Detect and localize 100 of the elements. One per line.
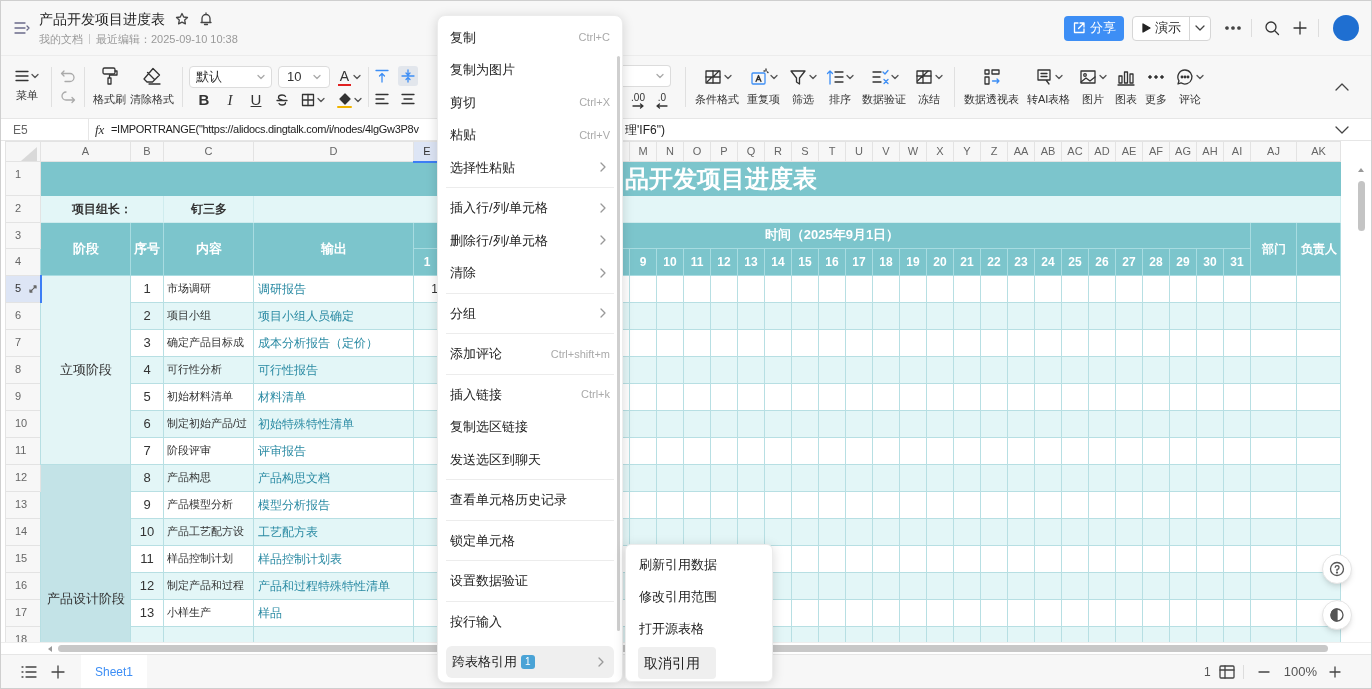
- column-header[interactable]: AA: [1007, 141, 1035, 162]
- sheet-tab[interactable]: Sheet1: [81, 654, 148, 688]
- menu-item[interactable]: 刷新引用数据: [626, 549, 772, 581]
- menu-item[interactable]: 发送选区到聊天: [438, 443, 622, 476]
- column-header[interactable]: W: [899, 141, 927, 162]
- row-header[interactable]: 4: [5, 248, 41, 275]
- row-header[interactable]: 10: [5, 410, 41, 437]
- expand-icon[interactable]: [1335, 124, 1349, 135]
- share-button[interactable]: 分享: [1064, 15, 1124, 41]
- menu-item[interactable]: 复制 Ctrl+C: [438, 21, 622, 54]
- row-header[interactable]: 13: [5, 491, 41, 518]
- column-header[interactable]: T: [818, 141, 846, 162]
- row-header[interactable]: 14: [5, 518, 41, 545]
- comment-button[interactable]: 评论: [1172, 66, 1208, 108]
- column-header[interactable]: AI: [1223, 141, 1251, 162]
- image-button[interactable]: 图片: [1075, 66, 1111, 108]
- align-top-icon[interactable]: [375, 69, 389, 83]
- font-family-dropdown[interactable]: 默认: [189, 66, 272, 88]
- pivot-table-button[interactable]: 数据透视表: [961, 66, 1022, 108]
- row-header[interactable]: 16: [5, 572, 41, 599]
- menu-item[interactable]: 锁定单元格: [438, 524, 622, 557]
- fill-color-icon[interactable]: [337, 92, 352, 108]
- row-header[interactable]: 6: [5, 302, 41, 329]
- column-header[interactable]: S: [791, 141, 819, 162]
- column-header[interactable]: M: [629, 141, 657, 162]
- bell-icon[interactable]: [199, 12, 213, 27]
- column-header[interactable]: AG: [1169, 141, 1197, 162]
- filter-button[interactable]: 筛选: [785, 66, 820, 108]
- row-header[interactable]: 12: [5, 464, 41, 491]
- menu-item[interactable]: 添加评论 Ctrl+shift+m: [438, 337, 622, 370]
- column-header[interactable]: B: [130, 141, 164, 162]
- clear-format-button[interactable]: 清除格式: [128, 66, 176, 108]
- chart-button[interactable]: 图表: [1112, 66, 1141, 108]
- menu-item[interactable]: 剪切 Ctrl+X: [438, 86, 622, 119]
- add-sheet-icon[interactable]: [51, 664, 65, 679]
- menu-item[interactable]: 修改引用范围: [626, 581, 772, 613]
- avatar[interactable]: [1333, 15, 1359, 41]
- menu-item[interactable]: 选择性粘贴: [438, 151, 622, 184]
- row-header[interactable]: 15: [5, 545, 41, 572]
- column-header[interactable]: C: [163, 141, 254, 162]
- column-header[interactable]: O: [683, 141, 711, 162]
- menu-item[interactable]: 打开源表格: [626, 613, 772, 645]
- menu-item[interactable]: 插入链接 Ctrl+k: [438, 378, 622, 411]
- align-left-icon[interactable]: [375, 93, 389, 105]
- freeze-button[interactable]: 冻结: [911, 66, 946, 108]
- data-validation-button[interactable]: 数据验证: [859, 66, 909, 108]
- font-size-dropdown[interactable]: 10: [278, 66, 330, 88]
- menu-item[interactable]: 分组: [438, 297, 622, 330]
- column-header[interactable]: AE: [1115, 141, 1143, 162]
- vertical-scrollbar[interactable]: [1358, 181, 1365, 231]
- column-header[interactable]: R: [764, 141, 792, 162]
- menu-item[interactable]: 复制选区链接: [438, 410, 622, 443]
- menu-item[interactable]: 按行输入: [438, 605, 622, 638]
- menu-scrollbar[interactable]: [617, 56, 620, 631]
- column-header[interactable]: Z: [980, 141, 1008, 162]
- bold-button[interactable]: B: [197, 92, 211, 108]
- row-header[interactable]: 8: [5, 356, 41, 383]
- font-color-button[interactable]: A: [338, 68, 361, 86]
- column-header[interactable]: N: [656, 141, 684, 162]
- border-icon[interactable]: [301, 93, 315, 107]
- conditional-format-button[interactable]: 条件格式: [692, 66, 742, 108]
- increase-decimal-button[interactable]: .00: [631, 93, 645, 109]
- menu-item[interactable]: 取消引用: [638, 647, 716, 679]
- column-header[interactable]: AK: [1296, 141, 1341, 162]
- menu-button[interactable]: 菜单: [9, 70, 45, 104]
- menu-item[interactable]: 复制为图片: [438, 53, 622, 86]
- align-middle-icon[interactable]: [401, 69, 415, 83]
- menu-item[interactable]: 跨表格引用 1: [446, 645, 614, 678]
- sidebar-toggle-icon[interactable]: [13, 20, 31, 36]
- menu-item[interactable]: 插入行/列/单元格: [438, 191, 622, 224]
- italic-button[interactable]: I: [223, 92, 237, 108]
- column-header[interactable]: U: [845, 141, 873, 162]
- row-header[interactable]: 11: [5, 437, 41, 464]
- row-header[interactable]: 2: [5, 195, 41, 222]
- column-header[interactable]: V: [872, 141, 900, 162]
- row-header[interactable]: 7: [5, 329, 41, 356]
- strikethrough-icon[interactable]: [275, 93, 289, 107]
- row-header[interactable]: 1: [5, 161, 41, 195]
- menu-item[interactable]: 查看单元格历史记录: [438, 483, 622, 516]
- column-header[interactable]: AJ: [1250, 141, 1297, 162]
- column-header[interactable]: AB: [1034, 141, 1062, 162]
- row-header[interactable]: 3: [5, 222, 41, 248]
- column-header[interactable]: Q: [737, 141, 765, 162]
- star-icon[interactable]: [175, 12, 189, 27]
- column-header[interactable]: A: [40, 141, 131, 162]
- decrease-decimal-button[interactable]: .0: [655, 93, 669, 109]
- column-header[interactable]: AC: [1061, 141, 1089, 162]
- collapse-icon[interactable]: [1335, 82, 1349, 92]
- underline-button[interactable]: U: [249, 92, 263, 108]
- zoom-in-icon[interactable]: [1329, 665, 1341, 678]
- menu-item[interactable]: 设置数据验证: [438, 564, 622, 597]
- column-header[interactable]: AF: [1142, 141, 1170, 162]
- column-header[interactable]: P: [710, 141, 738, 162]
- convert-table-button[interactable]: 转AI表格: [1024, 66, 1074, 108]
- column-header[interactable]: D: [253, 141, 414, 162]
- format-painter-button[interactable]: 格式刷: [91, 66, 128, 108]
- column-header[interactable]: AD: [1088, 141, 1116, 162]
- menu-item[interactable]: 清除: [438, 256, 622, 289]
- more-icon[interactable]: [1225, 26, 1241, 30]
- grid-view-icon[interactable]: [1218, 664, 1235, 679]
